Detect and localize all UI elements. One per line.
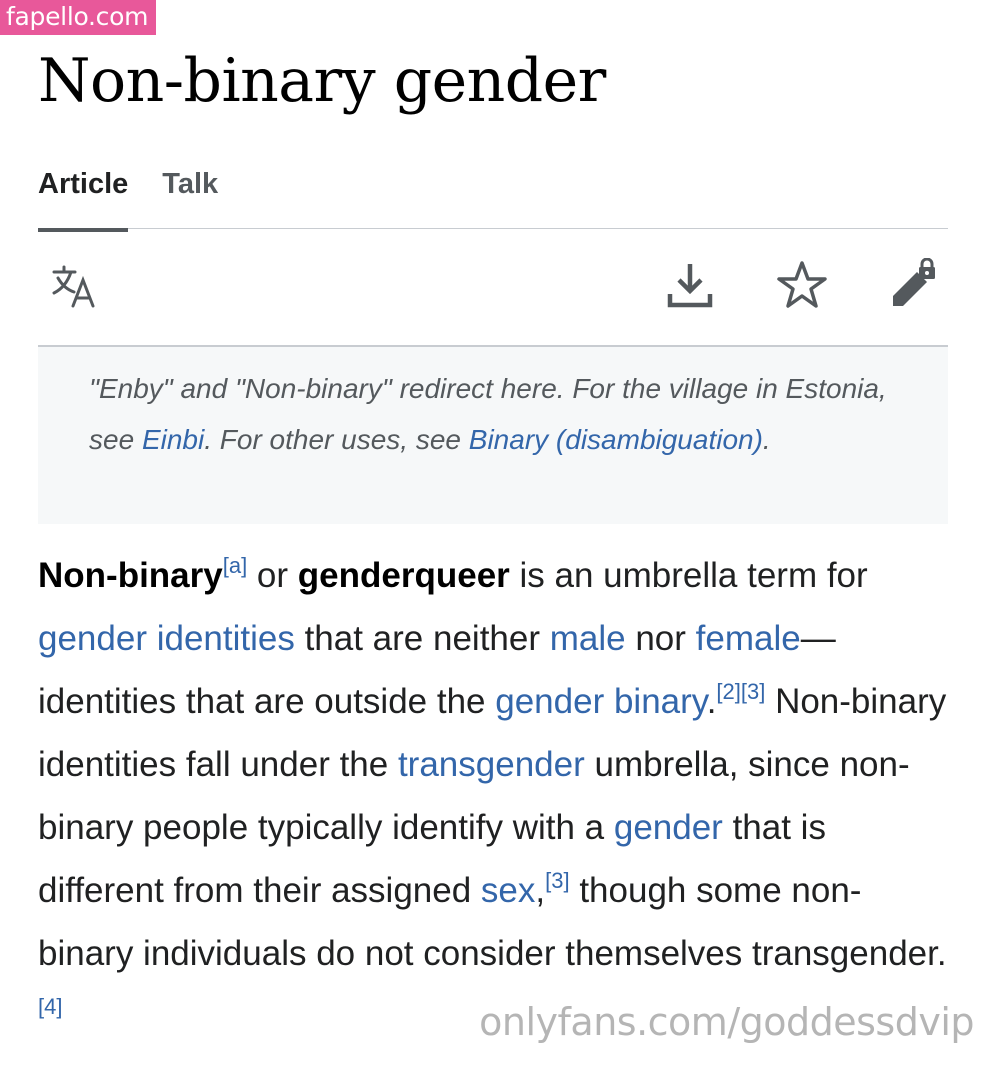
page-title: Non-binary gender xyxy=(38,46,606,116)
link-female[interactable]: female xyxy=(696,619,801,658)
body-text: . xyxy=(706,682,717,721)
bold-term: Non-binary xyxy=(38,556,223,595)
link-sex[interactable]: sex xyxy=(481,871,535,910)
reference-link[interactable]: [3] xyxy=(545,868,569,893)
link-gender[interactable]: gender xyxy=(614,808,723,847)
body-text: , xyxy=(535,871,546,910)
reference-link[interactable]: [a] xyxy=(223,553,247,578)
link-binary-disambiguation[interactable]: Binary (disambiguation) xyxy=(469,424,763,455)
lead-paragraph: Non-binary[a] or genderqueer is an umbre… xyxy=(38,544,954,1048)
star-icon[interactable] xyxy=(772,255,832,315)
language-icon[interactable] xyxy=(44,255,104,315)
watermark-overlay: onlyfans.com/goddessdvip xyxy=(479,1000,974,1044)
reference-link[interactable]: [2][3] xyxy=(716,679,765,704)
bold-term: genderqueer xyxy=(297,556,510,595)
hatnote-text: . For other uses, see xyxy=(204,424,469,455)
body-text: is an umbrella term for xyxy=(509,556,868,595)
body-text: or xyxy=(247,556,298,595)
reference-link[interactable]: [4] xyxy=(38,994,62,1019)
link-transgender[interactable]: transgender xyxy=(398,745,585,784)
body-text: nor xyxy=(625,619,696,658)
tab-article[interactable]: Article xyxy=(38,168,129,232)
hatnote-text: . xyxy=(762,424,771,455)
body-text: that are neither xyxy=(294,619,550,658)
link-gender-identities[interactable]: gender identities xyxy=(38,619,295,658)
watermark-logo: fapello.com xyxy=(0,0,157,35)
link-gender-binary[interactable]: gender binary xyxy=(495,682,706,721)
link-einbi[interactable]: Einbi xyxy=(142,424,204,455)
edit-lock-icon[interactable] xyxy=(884,255,944,315)
page-actions-toolbar xyxy=(38,255,948,325)
link-male[interactable]: male xyxy=(550,619,626,658)
download-icon[interactable] xyxy=(660,255,720,315)
hatnote: "Enby" and "Non-binary" redirect here. F… xyxy=(38,345,948,524)
page-tabs: Article Talk xyxy=(38,168,948,232)
tab-talk[interactable]: Talk xyxy=(162,168,218,228)
